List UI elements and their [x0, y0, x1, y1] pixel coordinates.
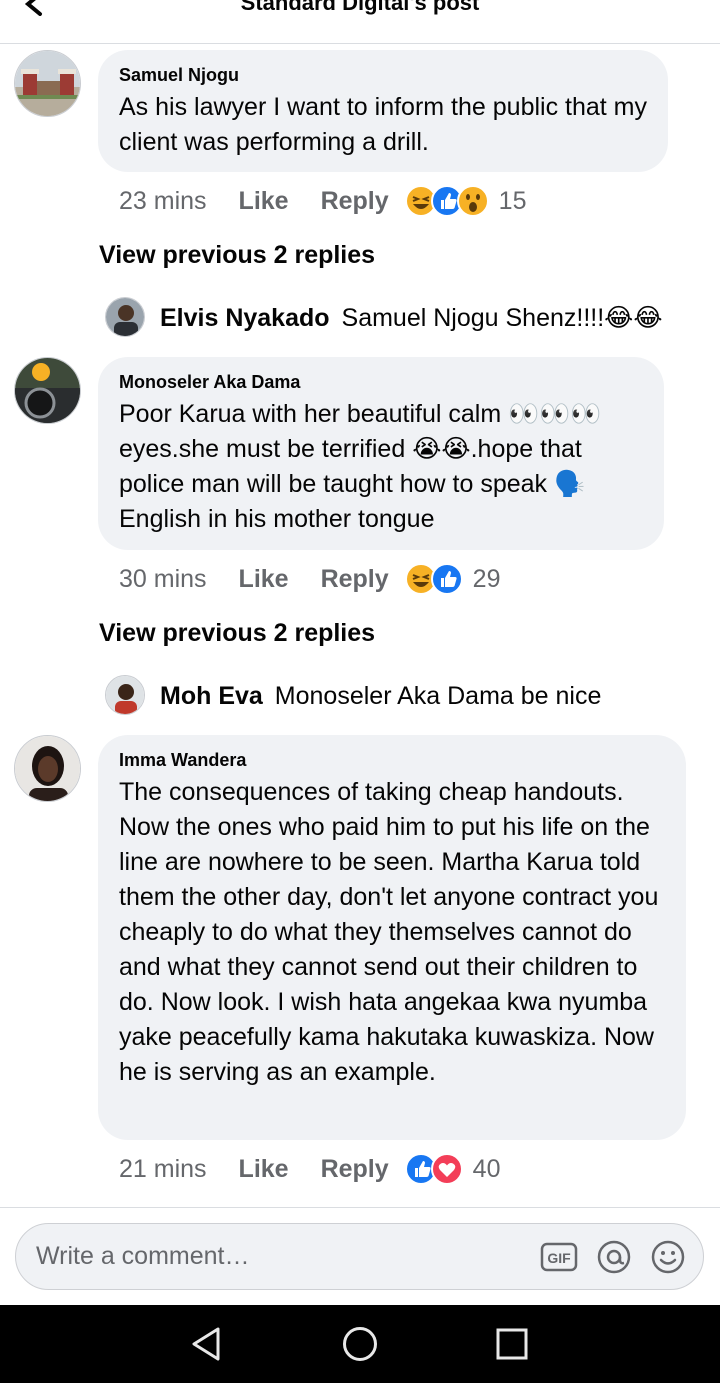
post-title: Standard Digital's post: [240, 0, 480, 15]
avatar-samuel-njogu[interactable]: [14, 50, 81, 117]
comment-bubble-1[interactable]: Samuel Njogu As his lawyer I want to inf…: [98, 50, 668, 172]
reaction-count[interactable]: 29: [473, 565, 501, 594]
reply-button[interactable]: Reply: [321, 565, 389, 594]
reply-preview-2[interactable]: Moh Eva Monoseler Aka Dama be nice: [160, 674, 601, 718]
comment-actions-1: 23 mins Like Reply 15: [119, 183, 526, 219]
reaction-summary[interactable]: [404, 1153, 463, 1185]
comment-bubble-3[interactable]: Imma Wandera The consequences of taking …: [98, 735, 686, 1140]
reply-text: Samuel Njogu Shenz!!!!😂😂: [341, 304, 663, 332]
like-button[interactable]: Like: [239, 1155, 289, 1184]
reply-text: Monoseler Aka Dama be nice: [274, 681, 602, 710]
back-triangle-icon[interactable]: [188, 1325, 224, 1363]
avatar-imma-wandera[interactable]: [14, 735, 81, 802]
mention-icon[interactable]: [596, 1239, 632, 1275]
reply-button[interactable]: Reply: [321, 187, 389, 216]
comment-actions-2: 30 mins Like Reply 29: [119, 561, 500, 597]
comment-author[interactable]: Samuel Njogu: [119, 65, 648, 86]
comment-time: 21 mins: [119, 1154, 207, 1183]
gif-label: GIF: [547, 1250, 571, 1266]
comment-author[interactable]: Monoseler Aka Dama: [119, 372, 644, 393]
emoji-icon[interactable]: [650, 1239, 686, 1275]
reaction-count[interactable]: 15: [499, 187, 527, 216]
like-reaction-icon: [430, 563, 463, 595]
reaction-count[interactable]: 40: [473, 1155, 501, 1184]
system-nav-bar: [0, 1305, 720, 1383]
love-reaction-icon: [430, 1153, 463, 1185]
reply-preview-1[interactable]: Elvis Nyakado Samuel Njogu Shenz!!!!😂😂: [160, 296, 663, 340]
home-circle-icon[interactable]: [341, 1325, 379, 1363]
like-button[interactable]: Like: [239, 565, 289, 594]
comment-input[interactable]: [36, 1242, 516, 1271]
avatar-moh-eva[interactable]: [105, 675, 145, 715]
comment-bubble-2[interactable]: Monoseler Aka Dama Poor Karua with her b…: [98, 357, 664, 550]
reply-button[interactable]: Reply: [321, 1155, 389, 1184]
comment-text: The consequences of taking cheap handout…: [119, 778, 659, 1086]
reaction-summary[interactable]: [404, 185, 489, 217]
comment-time: 23 mins: [119, 186, 207, 215]
reply-author[interactable]: Moh Eva: [160, 682, 263, 711]
recents-square-icon[interactable]: [495, 1327, 529, 1361]
avatar-monoseler-aka-dama[interactable]: [14, 357, 81, 424]
comment-actions-3: 21 mins Like Reply 40: [119, 1151, 500, 1187]
gif-icon[interactable]: GIF: [540, 1241, 578, 1273]
like-button[interactable]: Like: [239, 187, 289, 216]
wow-reaction-icon: [456, 185, 489, 217]
post-header: Standard Digital's post: [0, 0, 720, 44]
comment-time: 30 mins: [119, 564, 207, 593]
reaction-summary[interactable]: [404, 563, 463, 595]
comment-text: Poor Karua with her beautiful calm 👀👀👀 e…: [119, 400, 602, 533]
avatar-elvis-nyakado[interactable]: [105, 297, 145, 337]
reply-author[interactable]: Elvis Nyakado: [160, 304, 330, 333]
comment-text: As his lawyer I want to inform the publi…: [119, 93, 647, 156]
comment-composer[interactable]: GIF: [15, 1223, 704, 1290]
comment-author[interactable]: Imma Wandera: [119, 750, 666, 771]
view-previous-replies-link[interactable]: View previous 2 replies: [99, 241, 375, 270]
view-previous-replies-link[interactable]: View previous 2 replies: [99, 619, 375, 648]
